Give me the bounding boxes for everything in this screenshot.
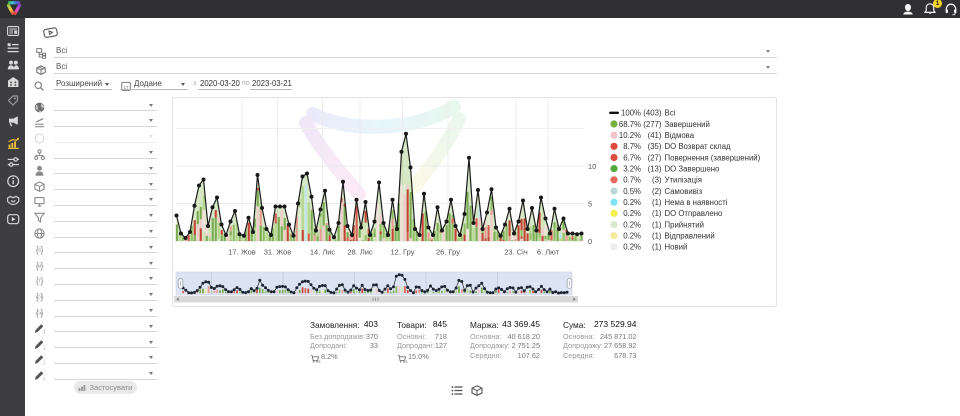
- svg-text:(41): (41): [648, 131, 662, 140]
- svg-text:23. Січ: 23. Січ: [504, 248, 528, 257]
- svg-text:31. Жов: 31. Жов: [264, 248, 292, 257]
- svg-text:0.2%: 0.2%: [623, 232, 641, 241]
- svg-text:DO Завершено: DO Завершено: [665, 164, 721, 173]
- svg-text:Відправлений: Відправлений: [665, 232, 715, 241]
- svg-text:Новий: Новий: [665, 243, 688, 252]
- svg-text:26. Гру: 26. Гру: [436, 248, 460, 257]
- svg-text:(277): (277): [643, 120, 662, 129]
- svg-text:6.7%: 6.7%: [623, 153, 641, 162]
- svg-text:0.7%: 0.7%: [623, 176, 641, 185]
- svg-text:6. Лют: 6. Лют: [537, 248, 560, 257]
- svg-text:0: 0: [588, 237, 592, 246]
- svg-text:Завершений: Завершений: [665, 120, 710, 129]
- svg-text:Нема в наявності: Нема в наявності: [665, 198, 728, 207]
- svg-text:100%: 100%: [621, 109, 641, 118]
- svg-text:3.2%: 3.2%: [623, 164, 641, 173]
- svg-text:(3): (3): [652, 176, 662, 185]
- svg-text:5: 5: [588, 199, 592, 208]
- svg-text:10: 10: [588, 162, 596, 171]
- svg-text:0.2%: 0.2%: [623, 198, 641, 207]
- svg-text:Самовивіз: Самовивіз: [665, 187, 703, 196]
- svg-text:17. Жов: 17. Жов: [228, 248, 256, 257]
- svg-text:Відмова: Відмова: [665, 131, 695, 140]
- svg-text:(1): (1): [652, 243, 662, 252]
- svg-text:68.7%: 68.7%: [619, 120, 641, 129]
- svg-text:(13): (13): [648, 164, 662, 173]
- svg-text:Прийнятий: Прийнятий: [665, 220, 704, 229]
- svg-text:(1): (1): [652, 232, 662, 241]
- svg-text:(1): (1): [652, 198, 662, 207]
- svg-text:Всі: Всі: [665, 109, 676, 118]
- svg-text:(403): (403): [643, 109, 662, 118]
- svg-text:14. Лис: 14. Лис: [310, 248, 336, 257]
- svg-text:Повернення (завершений): Повернення (завершений): [665, 153, 761, 162]
- svg-text:0.2%: 0.2%: [623, 243, 641, 252]
- svg-text:28. Лис: 28. Лис: [347, 248, 373, 257]
- svg-text:(2): (2): [652, 187, 662, 196]
- svg-text:(1): (1): [652, 220, 662, 229]
- svg-text:(35): (35): [648, 142, 662, 151]
- svg-text:(27): (27): [648, 153, 662, 162]
- svg-text:12. Гру: 12. Гру: [391, 248, 415, 257]
- svg-text:Утилізація: Утилізація: [665, 176, 703, 185]
- svg-text:10.2%: 10.2%: [619, 131, 641, 140]
- svg-text:0.5%: 0.5%: [623, 187, 641, 196]
- svg-text:0.2%: 0.2%: [623, 220, 641, 229]
- svg-text:DO Отправлено: DO Отправлено: [665, 209, 724, 218]
- svg-text:8.7%: 8.7%: [623, 142, 641, 151]
- svg-text:(1): (1): [652, 209, 662, 218]
- svg-text:0.2%: 0.2%: [623, 209, 641, 218]
- svg-text:DO Возврат склад: DO Возврат склад: [665, 142, 732, 151]
